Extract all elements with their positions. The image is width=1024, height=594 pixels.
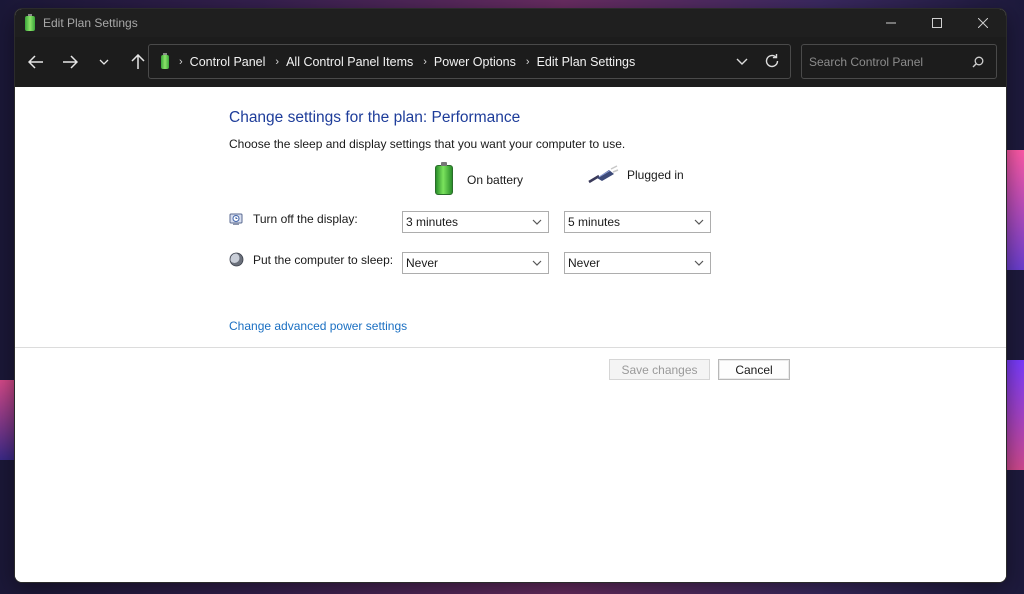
- advanced-power-settings-link[interactable]: Change advanced power settings: [229, 319, 407, 333]
- breadcrumb-edit-plan[interactable]: Edit Plan Settings: [537, 55, 636, 69]
- forward-button[interactable]: [53, 45, 87, 79]
- refresh-button[interactable]: [764, 53, 780, 72]
- breadcrumb-all-items[interactable]: All Control Panel Items: [286, 55, 413, 69]
- title-bar[interactable]: Edit Plan Settings: [15, 9, 1006, 37]
- edit-plan-window: Edit Plan Settings › Control Panel › All…: [15, 9, 1006, 582]
- close-button[interactable]: [960, 9, 1006, 37]
- save-changes-button[interactable]: Save changes: [609, 359, 710, 380]
- page-description: Choose the sleep and display settings th…: [229, 137, 626, 151]
- chevron-down-icon: [532, 260, 542, 266]
- on-battery-label: On battery: [467, 173, 524, 187]
- battery-icon: [435, 162, 453, 195]
- display-timeout-plugged-select[interactable]: 5 minutes: [564, 211, 711, 233]
- power-plug-icon: [588, 165, 619, 184]
- search-input[interactable]: [809, 54, 959, 69]
- wallpaper-accent-right: [1006, 150, 1024, 270]
- plugged-in-label: Plugged in: [627, 168, 684, 182]
- chevron-right-icon: ›: [179, 55, 183, 68]
- display-clock-icon: [229, 213, 243, 225]
- sleep-label: Put the computer to sleep:: [253, 252, 394, 267]
- chevron-down-icon: [694, 260, 704, 266]
- search-box[interactable]: [801, 44, 997, 79]
- moon-icon: [229, 252, 244, 267]
- cancel-button[interactable]: Cancel: [718, 359, 790, 380]
- display-timeout-battery-select[interactable]: 3 minutes: [402, 211, 549, 233]
- arrow-up-icon: [131, 54, 145, 69]
- setting-row-sleep: Put the computer to sleep:: [229, 252, 413, 267]
- close-icon: [978, 18, 988, 28]
- sleep-timeout-battery-select[interactable]: Never: [402, 252, 549, 274]
- maximize-icon: [932, 18, 942, 28]
- turn-off-display-label: Turn off the display:: [253, 211, 358, 226]
- address-dropdown-button[interactable]: [736, 54, 748, 73]
- chevron-down-icon: [694, 219, 704, 225]
- wallpaper-accent-left: [0, 380, 16, 460]
- chevron-down-icon: [99, 59, 109, 65]
- navigation-bar: › Control Panel › All Control Panel Item…: [15, 37, 1006, 87]
- breadcrumb-control-panel[interactable]: Control Panel: [190, 55, 266, 69]
- chevron-right-icon[interactable]: ›: [423, 56, 427, 68]
- column-header-on-battery: On battery: [435, 162, 524, 195]
- arrow-right-icon: [63, 55, 78, 69]
- sleep-timeout-battery-value: Never: [406, 256, 439, 270]
- minimize-button[interactable]: [868, 9, 914, 37]
- battery-icon: [25, 13, 35, 31]
- breadcrumb-power-options[interactable]: Power Options: [434, 55, 516, 69]
- chevron-right-icon[interactable]: ›: [275, 56, 279, 68]
- arrow-left-icon: [28, 55, 43, 69]
- battery-icon: [161, 52, 169, 69]
- minimize-icon: [886, 22, 896, 24]
- refresh-icon: [765, 54, 779, 68]
- page-title: Change settings for the plan: Performanc…: [229, 109, 521, 126]
- address-bar[interactable]: › Control Panel › All Control Panel Item…: [148, 44, 791, 79]
- setting-row-turn-off-display: Turn off the display:: [229, 211, 413, 226]
- chevron-down-icon: [736, 58, 748, 65]
- recent-locations-button[interactable]: [87, 45, 121, 79]
- wallpaper-accent-right-lower: [1006, 360, 1024, 470]
- back-button[interactable]: [19, 45, 53, 79]
- plan-settings-content: Change settings for the plan: Performanc…: [15, 87, 1006, 582]
- window-controls: [868, 9, 1006, 37]
- display-timeout-battery-value: 3 minutes: [406, 215, 459, 229]
- maximize-button[interactable]: [914, 9, 960, 37]
- window-title: Edit Plan Settings: [43, 16, 138, 30]
- sleep-timeout-plugged-value: Never: [568, 256, 601, 270]
- display-timeout-plugged-value: 5 minutes: [568, 215, 621, 229]
- divider: [15, 347, 1006, 348]
- column-header-plugged-in: Plugged in: [587, 165, 684, 185]
- sleep-timeout-plugged-select[interactable]: Never: [564, 252, 711, 274]
- search-icon[interactable]: [972, 55, 984, 73]
- chevron-right-icon[interactable]: ›: [526, 56, 530, 68]
- chevron-down-icon: [532, 219, 542, 225]
